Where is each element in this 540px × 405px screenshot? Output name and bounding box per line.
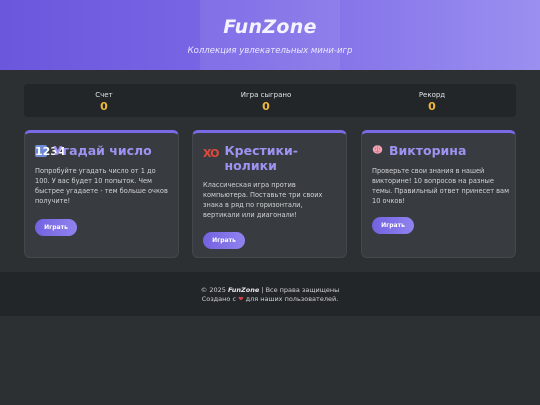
- footer-made-with: Создано с ❤ для наших пользователей.: [0, 295, 540, 303]
- card-description: Попробуйте угадать число от 1 до 100. У …: [35, 167, 168, 205]
- stat-games-played: Игра сыграно 0: [206, 91, 326, 113]
- stat-games-played-label: Игра сыграно: [240, 91, 292, 99]
- play-button-tic-tac-toe[interactable]: Играть: [203, 232, 245, 249]
- stat-score-label: Счет: [95, 91, 113, 99]
- play-button-guess-number[interactable]: Играть: [35, 219, 77, 236]
- stat-record-label: Рекорд: [418, 91, 446, 99]
- card-description: Классическая игра против компьютера. Пос…: [203, 181, 323, 219]
- play-button-quiz[interactable]: Играть: [372, 217, 414, 234]
- site-subtitle: Коллекция увлекательных мини-игр: [187, 46, 353, 56]
- stats-panel: Счет 0 Игра сыграно 0 Рекорд 0: [24, 84, 516, 117]
- stat-score: Счет 0: [44, 91, 164, 113]
- game-card-guess-number: 1234 Угадай число Попробуйте угадать чис…: [24, 130, 179, 258]
- copyright-prefix: © 2025: [200, 286, 226, 294]
- footer: © 2025 FunZone | Все права защищены Созд…: [0, 272, 540, 316]
- header-banner: FunZone Коллекция увлекательных мини-игр: [0, 0, 540, 70]
- heart-icon: ❤: [238, 295, 244, 303]
- stat-record-value: 0: [428, 100, 436, 113]
- card-title-text: Угадай число: [53, 143, 152, 158]
- stat-score-value: 0: [100, 100, 108, 113]
- stat-record: Рекорд 0: [372, 91, 492, 113]
- card-title-tic-tac-toe: XO Крестики-нолики: [203, 143, 343, 173]
- card-description: Проверьте свои знания в нашей викторине!…: [372, 167, 510, 205]
- footer-copyright: © 2025 FunZone | Все права защищены: [0, 286, 540, 294]
- brain-icon: [372, 144, 383, 158]
- tic-tac-toe-xo-icon: XO: [203, 147, 219, 160]
- site-title: FunZone: [223, 16, 317, 38]
- made-suffix: для наших пользователей.: [245, 295, 339, 303]
- card-title-guess-number: 1234 Угадай число: [35, 143, 152, 158]
- stat-games-played-value: 0: [262, 100, 270, 113]
- card-title-text: Крестики-нолики: [224, 143, 298, 173]
- footer-brand: FunZone: [227, 286, 260, 294]
- copyright-suffix: | Все права защищены: [261, 286, 340, 294]
- number-keycap-icon: 1234: [35, 145, 66, 158]
- made-prefix: Создано с: [201, 295, 237, 303]
- game-card-quiz: Викторина Проверьте свои знания в нашей …: [361, 130, 516, 258]
- game-card-tic-tac-toe: XO Крестики-нолики Классическая игра про…: [192, 130, 347, 258]
- card-title-quiz: Викторина: [372, 143, 466, 158]
- card-title-text: Викторина: [389, 143, 467, 158]
